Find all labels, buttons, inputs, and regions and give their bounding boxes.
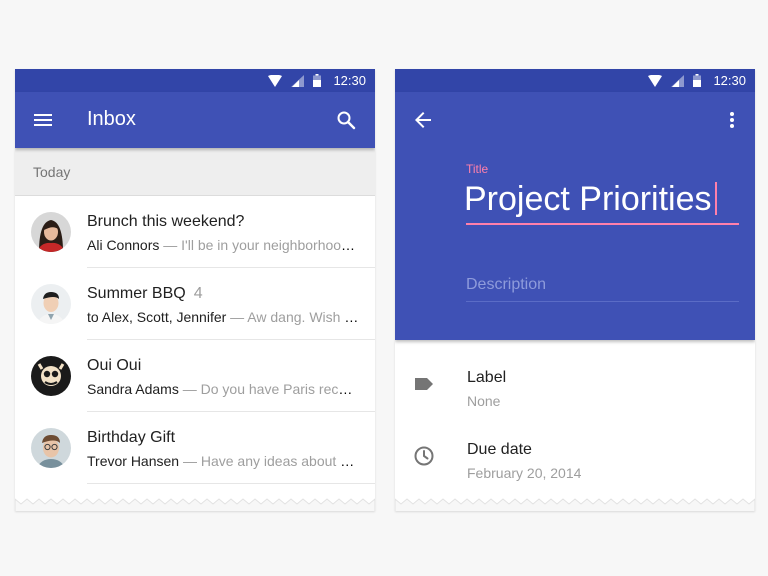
message-snippet: Sandra Adams — Do you have Paris recomme… — [87, 381, 359, 397]
clock-icon — [414, 446, 434, 466]
task-editor-screen: 12:30 Title Project Priorities Descripti… — [395, 69, 755, 511]
search-icon[interactable] — [334, 108, 358, 132]
label-row[interactable]: Label None — [395, 353, 755, 425]
message-subject: Summer BBQ 4 — [87, 285, 203, 302]
message-sender: Trevor Hansen — [87, 453, 180, 469]
signal-icon — [671, 74, 685, 87]
inbox-screen: 12:30 Inbox Today Brunch this weekend? A… — [15, 69, 375, 511]
message-preview: — Have any ideas about what we should ge… — [182, 453, 359, 469]
status-time: 12:30 — [713, 73, 746, 88]
signal-icon — [291, 74, 305, 87]
message-subject: Birthday Gift — [87, 429, 176, 446]
status-bar: 12:30 — [15, 69, 375, 92]
description-input[interactable]: Description — [466, 276, 546, 294]
divider — [87, 483, 375, 484]
page-title: Inbox — [87, 108, 136, 130]
title-underline — [466, 223, 739, 225]
message-sender: Ali Connors — [87, 237, 160, 253]
detail-title: Label — [467, 369, 507, 386]
status-bar: 12:30 — [395, 69, 755, 92]
more-vert-icon[interactable] — [720, 108, 744, 132]
torn-edge — [15, 498, 375, 511]
inbox-app-bar: Inbox — [15, 92, 375, 148]
wifi-icon — [268, 74, 283, 87]
status-time: 12:30 — [333, 73, 366, 88]
task-header: Title Project Priorities Description — [395, 92, 755, 340]
detail-title: Due date — [467, 441, 532, 458]
message-sender: Sandra Adams — [87, 381, 179, 397]
description-underline — [466, 301, 739, 302]
detail-value: None — [467, 393, 501, 409]
title-input-value: Project Priorities — [464, 180, 712, 218]
message-preview: — Do you have Paris recommendations — [182, 381, 359, 397]
list-item[interactable]: Birthday Gift Trevor Hansen — Have any i… — [15, 412, 375, 484]
avatar — [31, 356, 71, 396]
message-subject: Brunch this weekend? — [87, 213, 245, 230]
message-sender: to Alex, Scott, Jennifer — [87, 309, 227, 325]
avatar — [31, 212, 71, 252]
arrow-back-icon[interactable] — [411, 108, 435, 132]
torn-edge — [395, 498, 755, 511]
title-field-label: Title — [466, 162, 489, 176]
wifi-icon — [648, 74, 663, 87]
message-list: Brunch this weekend? Ali Connors — I'll … — [15, 196, 375, 484]
detail-value: February 20, 2014 — [467, 465, 582, 481]
message-preview: — Aw dang. Wish I could make it — [230, 309, 359, 325]
section-label: Today — [33, 164, 71, 180]
list-item[interactable]: Brunch this weekend? Ali Connors — I'll … — [15, 196, 375, 268]
message-snippet: to Alex, Scott, Jennifer — Aw dang. Wish… — [87, 309, 359, 325]
message-subject: Oui Oui — [87, 357, 142, 374]
list-item[interactable]: Summer BBQ 4 to Alex, Scott, Jennifer — A… — [15, 268, 375, 340]
message-snippet: Trevor Hansen — Have any ideas about wha… — [87, 453, 359, 469]
section-header-today: Today — [15, 148, 375, 196]
label-icon — [415, 378, 433, 390]
title-input[interactable]: Project Priorities — [464, 180, 717, 219]
message-preview: — I'll be in your neighborhood doing err… — [163, 237, 359, 253]
menu-icon[interactable] — [31, 108, 55, 132]
avatar — [31, 428, 71, 468]
due-date-row[interactable]: Due date February 20, 2014 — [395, 425, 755, 497]
battery-icon — [313, 74, 322, 87]
list-item[interactable]: Oui Oui Sandra Adams — Do you have Paris… — [15, 340, 375, 412]
battery-icon — [693, 74, 702, 87]
avatar — [31, 284, 71, 324]
message-snippet: Ali Connors — I'll be in your neighborho… — [87, 237, 359, 253]
text-cursor — [714, 182, 717, 215]
message-count: 4 — [193, 285, 203, 302]
